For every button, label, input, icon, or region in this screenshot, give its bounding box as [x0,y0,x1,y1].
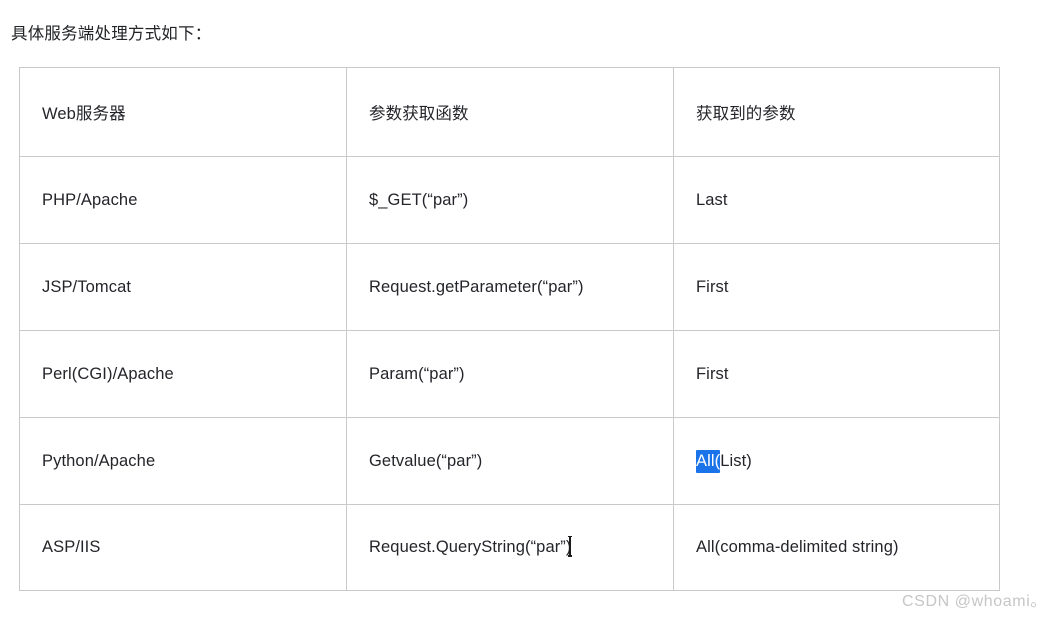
cell-function: Request.QueryString(“par”) [346,504,674,591]
column-header-web-server: Web服务器 [19,67,347,157]
cell-server: ASP/IIS [19,504,347,591]
page-intro-text: 具体服务端处理方式如下： [11,25,212,43]
csdn-watermark: CSDN @whoami。 [902,593,1047,610]
cell-result: First [673,243,1000,331]
server-parameter-table: Web服务器 参数获取函数 获取到的参数 PHP/Apache $_GET(“p… [19,67,1000,591]
column-header-received-param: 获取到的参数 [673,67,1000,157]
cell-result-text: First [696,277,729,296]
cell-result: All(List) [673,417,1000,505]
cell-result: All(comma-delimited string) [673,504,1000,591]
cell-function: Request.getParameter(“par”) [346,243,674,331]
cell-result-text: Last [696,190,728,209]
cell-server: JSP/Tomcat [19,243,347,331]
cell-result-text: First [696,364,729,383]
cell-result: First [673,330,1000,418]
column-header-param-function: 参数获取函数 [346,67,674,157]
table-header: Web服务器 参数获取函数 获取到的参数 [19,67,1000,157]
cell-function: $_GET(“par”) [346,156,674,244]
cell-server: PHP/Apache [19,156,347,244]
cell-server: Python/Apache [19,417,347,505]
table-row: Perl(CGI)/Apache Param(“par”) First [19,330,1000,418]
param-table-container: Web服务器 参数获取函数 获取到的参数 PHP/Apache $_GET(“p… [19,67,1000,591]
cell-function: Param(“par”) [346,330,674,418]
table-header-row: Web服务器 参数获取函数 获取到的参数 [19,67,1000,157]
table-row: ASP/IIS Request.QueryString(“par”) All(c… [19,504,1000,591]
cell-result-text: All(comma-delimited string) [696,538,899,556]
table-row: JSP/Tomcat Request.getParameter(“par”) F… [19,243,1000,331]
selected-text-highlight[interactable]: All( [696,449,721,473]
table-row: Python/Apache Getvalue(“par”) All(List) [19,417,1000,505]
table-row: PHP/Apache $_GET(“par”) Last [19,156,1000,244]
cell-function: Getvalue(“par”) [346,417,674,505]
cell-result: Last [673,156,1000,244]
cell-result-text: List) [720,451,752,470]
table-body: PHP/Apache $_GET(“par”) Last JSP/Tomcat … [19,156,1000,591]
cell-server: Perl(CGI)/Apache [19,330,347,418]
